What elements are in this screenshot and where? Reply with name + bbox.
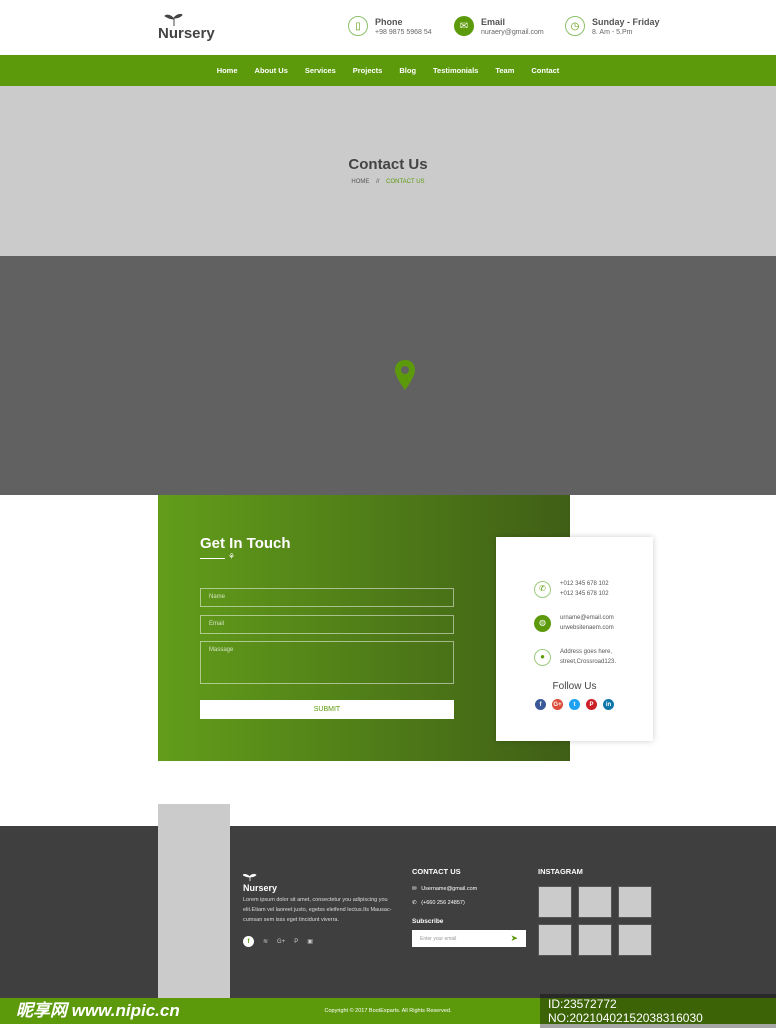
mail-icon: ✉ xyxy=(412,886,417,892)
header-email: ✉ Email nuraery@gmail.com xyxy=(454,16,544,36)
pinterest-icon[interactable]: P xyxy=(586,699,597,710)
message-input[interactable]: Massage xyxy=(200,641,454,684)
page-banner: Contact Us HOME // CONTACT US xyxy=(0,86,776,256)
header-phone: ▯ Phone +98 9875 5968 54 xyxy=(348,16,432,36)
breadcrumb-home[interactable]: HOME xyxy=(351,179,369,185)
footer-socials: f ≋ G+ P ▣ xyxy=(243,936,313,947)
form-title: Get In Touch xyxy=(200,535,291,552)
contact-info-card: ✆ +012 345 678 102 +012 345 678 102 ◍ urnam… xyxy=(496,537,653,741)
globe-icon: ◍ xyxy=(534,614,551,632)
footer-email: ✉ Username@gmail.com xyxy=(412,886,478,892)
instagram-title: INSTAGRAM xyxy=(538,867,583,876)
breadcrumb: HOME // CONTACT US xyxy=(351,179,425,185)
follow-us-heading: Follow Us xyxy=(552,681,597,692)
instagram-image[interactable] xyxy=(618,886,652,918)
instagram-image[interactable] xyxy=(578,924,612,956)
phone-icon: ✆ xyxy=(534,580,551,598)
rss-icon[interactable]: ≋ xyxy=(263,938,268,945)
leaf-icon: ⚘ xyxy=(228,552,236,561)
facebook-icon[interactable]: f xyxy=(535,699,546,710)
social-links: f G+ t Pin xyxy=(496,699,653,710)
instagram-image[interactable] xyxy=(578,886,612,918)
page-title: Contact Us xyxy=(348,156,428,173)
mail-icon: ✉ xyxy=(454,16,474,36)
footer-contact-title: CONTACT US xyxy=(412,867,461,876)
footer-image-placeholder xyxy=(158,804,230,998)
name-input[interactable]: Name xyxy=(200,588,454,607)
send-icon[interactable]: ➤ xyxy=(510,933,518,944)
instagram-icon[interactable]: ▣ xyxy=(307,938,313,945)
nav-projects[interactable]: Projects xyxy=(353,66,383,75)
submit-button[interactable]: SUBMIT xyxy=(200,700,454,719)
facebook-icon[interactable]: f xyxy=(243,936,254,947)
sprout-icon xyxy=(242,873,257,881)
google-plus-icon[interactable]: G+ xyxy=(552,699,563,710)
divider xyxy=(200,558,225,559)
nav-team[interactable]: Team xyxy=(495,66,514,75)
watermark-site: 昵享网 www.nipic.cn xyxy=(16,1001,180,1020)
header-hours: ◷ Sunday - Friday 8. Am - 5.Pm xyxy=(565,16,660,36)
twitter-icon[interactable]: t xyxy=(569,699,580,710)
phone-icon: ✆ xyxy=(412,900,417,906)
sprout-icon xyxy=(164,13,183,26)
map[interactable] xyxy=(0,256,776,495)
nav-about[interactable]: About Us xyxy=(255,66,288,75)
subscribe-label: Subscribe xyxy=(412,918,444,925)
instagram-image[interactable] xyxy=(538,924,572,956)
footer-about: Lorem ipsum dolor sit amet, consectetur … xyxy=(243,897,392,923)
email-input[interactable]: Email xyxy=(200,615,454,634)
linkedin-icon[interactable]: in xyxy=(603,699,614,710)
nav-contact[interactable]: Contact xyxy=(531,66,559,75)
nav-services[interactable]: Services xyxy=(305,66,336,75)
main-nav: Home About Us Services Projects Blog Tes… xyxy=(0,55,776,86)
location-icon: ● xyxy=(534,648,551,666)
instagram-image[interactable] xyxy=(618,924,652,956)
nav-testimonials[interactable]: Testimonials xyxy=(433,66,478,75)
instagram-image[interactable] xyxy=(538,886,572,918)
logo[interactable]: Nursery xyxy=(158,12,218,44)
watermark-id: ID:23572772 NO:20210402152038316030 xyxy=(540,994,776,1028)
nav-home[interactable]: Home xyxy=(217,66,238,75)
footer-logo[interactable]: Nursery xyxy=(242,868,283,893)
google-plus-icon[interactable]: G+ xyxy=(277,939,285,945)
breadcrumb-current: CONTACT US xyxy=(386,179,425,185)
nav-blog[interactable]: Blog xyxy=(399,66,416,75)
pinterest-icon[interactable]: P xyxy=(294,939,298,945)
phone-icon: ▯ xyxy=(348,16,368,36)
clock-icon: ◷ xyxy=(565,16,585,36)
map-pin-icon[interactable] xyxy=(395,360,415,390)
subscribe-input[interactable]: Enter your email ➤ xyxy=(412,930,526,947)
footer-phone: ✆ (+660 256 24857) xyxy=(412,900,465,906)
